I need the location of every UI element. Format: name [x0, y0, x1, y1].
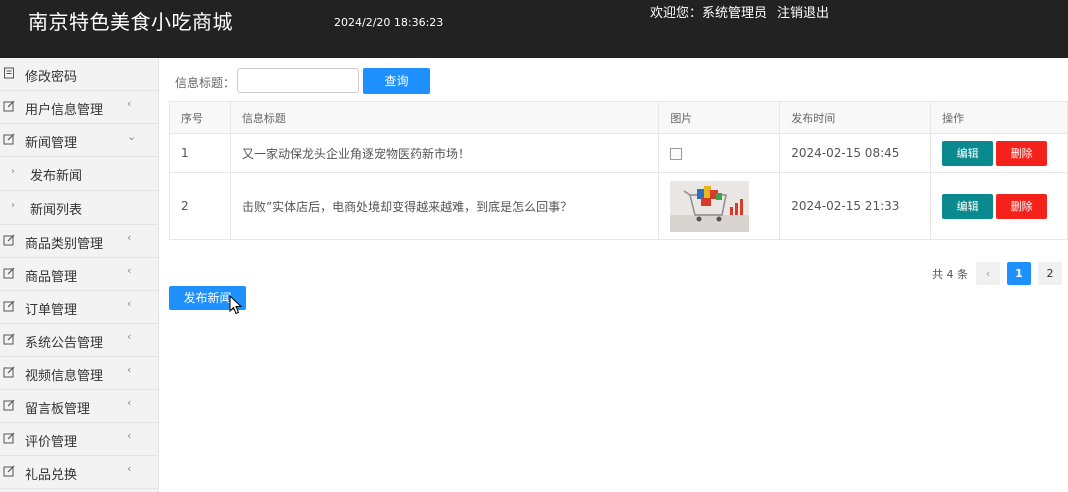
sidebar-item-label: 用户信息管理	[25, 103, 104, 118]
chevron-left-icon: ‹	[127, 396, 132, 409]
column-header: 发布时间	[779, 101, 932, 134]
chevron-left-icon: ‹	[127, 363, 132, 376]
row-title: 击败”实体店后，电商处境却变得越来越难，到底是怎么回事？	[229, 172, 660, 240]
news-table: 序号 信息标题 图片 发布时间 操作 1 又一家动保龙头企业角逐宠物医药新市场！…	[169, 101, 1068, 240]
delete-button[interactable]: 删除	[996, 140, 1048, 166]
chevron-left-icon: ‹	[127, 97, 132, 110]
sidebar-item-label: 新闻管理	[25, 136, 78, 151]
edit-icon	[3, 432, 15, 444]
edit-icon	[3, 133, 15, 145]
column-header: 图片	[658, 101, 781, 134]
table-row: 2 击败”实体店后，电商处境却变得越来越难，到底是怎么回事？ 2024-02-1…	[169, 172, 1068, 240]
table-header-row: 序号 信息标题 图片 发布时间 操作	[169, 101, 1068, 134]
row-title: 又一家动保龙头企业角逐宠物医药新市场！	[229, 133, 660, 173]
row-actions: 编辑 删除	[930, 172, 1068, 240]
table-row: 1 又一家动保龙头企业角逐宠物医药新市场！ 2024-02-15 08:45 编…	[169, 133, 1068, 173]
sidebar-item-product-category[interactable]: 商品类别管理 ‹	[0, 225, 158, 258]
edit-icon	[3, 100, 15, 112]
lock-icon	[4, 67, 14, 79]
search-input[interactable]	[237, 68, 359, 93]
shopping-cart-thumbnail	[670, 180, 750, 232]
sidebar-subitem-publish-news[interactable]: › 发布新闻	[0, 157, 158, 191]
current-datetime: 2024/2/20 18:36:23	[334, 16, 444, 29]
sidebar: 修改密码 用户信息管理 ‹ 新闻管理 ⌄ › 发布新闻 › 新闻列表 商品类别管…	[0, 58, 159, 492]
sidebar-item-order-management[interactable]: 订单管理 ‹	[0, 291, 158, 324]
pagination-page-1[interactable]: 1	[1007, 262, 1031, 285]
app-root: 南京特色美食小吃商城 2024/2/20 18:36:23 欢迎您：系统管理员 …	[0, 0, 1068, 492]
edit-icon	[3, 234, 15, 246]
row-index: 2	[169, 172, 231, 240]
sidebar-item-label: 视频信息管理	[25, 369, 104, 384]
row-actions: 编辑 删除	[930, 133, 1068, 173]
sidebar-item-change-password[interactable]: 修改密码	[0, 58, 158, 91]
top-header: 南京特色美食小吃商城 2024/2/20 18:36:23 欢迎您：系统管理员 …	[0, 0, 1068, 58]
sidebar-item-user-management[interactable]: 用户信息管理 ‹	[0, 91, 158, 124]
row-index: 1	[169, 133, 231, 173]
column-header: 信息标题	[229, 101, 660, 134]
logout-link[interactable]: 注销退出	[777, 2, 829, 21]
sidebar-item-label: 新闻列表	[30, 203, 83, 218]
edit-icon	[3, 333, 15, 345]
row-time: 2024-02-15 21:33	[779, 172, 932, 240]
broken-image-icon	[670, 147, 683, 160]
row-image-cell	[658, 172, 781, 240]
pagination-prev-button[interactable]: ‹	[976, 262, 1000, 285]
chevron-right-icon: ›	[11, 166, 15, 177]
edit-button[interactable]: 编辑	[942, 140, 994, 166]
app-title: 南京特色美食小吃商城	[28, 10, 233, 34]
edit-button[interactable]: 编辑	[942, 193, 994, 219]
chevron-left-icon: ‹	[127, 231, 132, 244]
sidebar-item-label: 留言板管理	[25, 402, 91, 417]
chevron-left-icon: ‹	[127, 330, 132, 343]
chevron-left-icon: ‹	[127, 429, 132, 442]
sidebar-item-label: 修改密码	[25, 70, 78, 85]
sidebar-item-label: 订单管理	[25, 303, 78, 318]
sidebar-item-gift-exchange[interactable]: 礼品兑换 ‹	[0, 456, 158, 489]
sidebar-item-label: 商品类别管理	[25, 237, 104, 252]
sidebar-item-video-management[interactable]: 视频信息管理 ‹	[0, 357, 158, 390]
edit-icon	[3, 366, 15, 378]
column-header: 序号	[169, 101, 231, 134]
chevron-down-icon: ⌄	[127, 130, 137, 143]
sidebar-item-label: 商品管理	[25, 270, 78, 285]
edit-icon	[3, 399, 15, 411]
sidebar-item-label: 系统公告管理	[25, 336, 104, 351]
sidebar-item-message-board[interactable]: 留言板管理 ‹	[0, 390, 158, 423]
chevron-left-icon: ‹	[127, 462, 132, 475]
search-label: 信息标题：	[175, 76, 236, 90]
chevron-left-icon: ‹	[127, 297, 132, 310]
edit-icon	[3, 267, 15, 279]
sidebar-subitem-news-list[interactable]: › 新闻列表	[0, 191, 158, 225]
mouse-cursor-icon	[229, 295, 243, 315]
edit-icon	[3, 300, 15, 312]
row-image-cell	[658, 133, 781, 173]
column-header: 操作	[930, 101, 1068, 134]
sidebar-item-label: 礼品兑换	[25, 468, 78, 483]
chevron-left-icon: ‹	[127, 264, 132, 277]
sidebar-item-review-management[interactable]: 评价管理 ‹	[0, 423, 158, 456]
sidebar-item-product-management[interactable]: 商品管理 ‹	[0, 258, 158, 291]
sidebar-item-label: 发布新闻	[30, 169, 83, 184]
delete-button[interactable]: 删除	[996, 193, 1048, 219]
row-time: 2024-02-15 08:45	[779, 133, 932, 173]
chevron-right-icon: ›	[11, 200, 15, 211]
edit-icon	[3, 465, 15, 477]
sidebar-item-news-management[interactable]: 新闻管理 ⌄	[0, 124, 158, 157]
query-button[interactable]: 查询	[363, 68, 430, 94]
sidebar-item-announcement-management[interactable]: 系统公告管理 ‹	[0, 324, 158, 357]
sidebar-item-label: 评价管理	[25, 435, 78, 450]
welcome-text: 欢迎您：系统管理员	[650, 6, 768, 21]
pagination-total: 共 4 条	[932, 268, 968, 281]
pagination-page-2[interactable]: 2	[1038, 262, 1062, 285]
